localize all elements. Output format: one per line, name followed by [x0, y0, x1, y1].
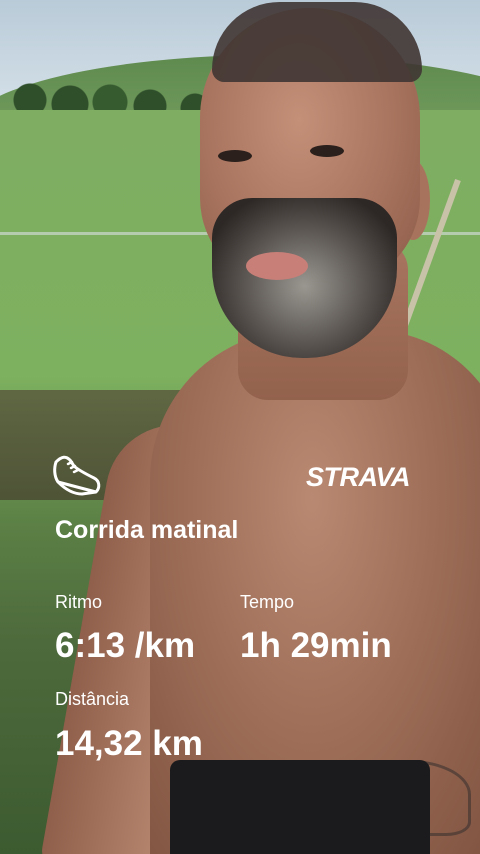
activity-overlay: STRAVA Corrida matinal Ritmo 6:13 /km Te…: [0, 0, 480, 854]
time-label: Tempo: [240, 592, 295, 612]
time-value: 1h 29min: [240, 626, 392, 665]
pace-value: 6:13 /km: [55, 626, 196, 665]
activity-title: Corrida matinal: [55, 516, 239, 544]
strava-logo: STRAVA: [306, 462, 411, 492]
running-shoe-icon: [53, 455, 101, 496]
distance-label: Distância: [55, 689, 130, 709]
pace-label: Ritmo: [55, 592, 103, 612]
distance-value: 14,32 km: [55, 724, 203, 763]
